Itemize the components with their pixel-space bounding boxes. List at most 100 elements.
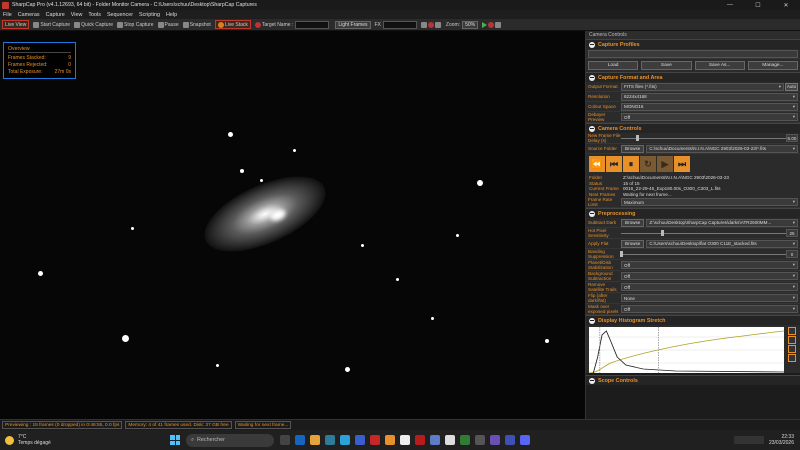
- snapshot-button[interactable]: Snapshot: [182, 21, 211, 28]
- close-icon[interactable]: ✕: [772, 0, 800, 10]
- app-icon[interactable]: [370, 435, 380, 445]
- histogram-tool-icon[interactable]: [788, 327, 796, 336]
- menu-tools[interactable]: Tools: [88, 12, 101, 18]
- background-subtraction-select[interactable]: Off: [621, 272, 798, 281]
- clock[interactable]: 22:33 23/03/2026: [769, 434, 794, 446]
- menu-help[interactable]: Help: [166, 12, 177, 18]
- stop-capture-button[interactable]: Stop Capture: [117, 21, 154, 28]
- refresh-icon[interactable]: ↻: [640, 156, 656, 172]
- new-frame-delay-value[interactable]: 5.00: [786, 134, 798, 142]
- app-icon[interactable]: [505, 435, 515, 445]
- windows-start-icon[interactable]: [170, 435, 180, 445]
- scope-controls-header[interactable]: Scope Controls: [586, 376, 800, 386]
- edge-icon[interactable]: [325, 435, 335, 445]
- play-icon[interactable]: [482, 21, 488, 28]
- zoom-select[interactable]: 50%: [462, 20, 479, 29]
- rewind-icon[interactable]: ⏪: [589, 156, 605, 172]
- annotate-icon[interactable]: [488, 21, 495, 28]
- subtract-dark-select[interactable]: Z:\schuu\Desktop\SharpCap Captures\darks…: [646, 218, 798, 227]
- play-icon[interactable]: ▶: [657, 156, 673, 172]
- capture-profiles-header[interactable]: Capture Profiles: [586, 40, 800, 49]
- preprocessing-header[interactable]: Preprocessing: [586, 209, 800, 219]
- slider-knob[interactable]: [619, 251, 623, 258]
- camera-controls-header[interactable]: Camera Controls: [586, 124, 800, 133]
- collapse-icon[interactable]: [589, 210, 595, 217]
- photoshop-icon[interactable]: [295, 435, 305, 445]
- collapse-icon[interactable]: [589, 317, 595, 324]
- profile-select[interactable]: [588, 49, 798, 58]
- sharpcap-icon[interactable]: [475, 435, 485, 445]
- live-stack-button[interactable]: Live Stack: [214, 20, 251, 29]
- live-view-button[interactable]: Live View: [2, 20, 30, 29]
- new-frame-delay-slider[interactable]: [621, 134, 786, 142]
- app-icon[interactable]: [460, 435, 470, 445]
- grid-icon[interactable]: [420, 21, 427, 28]
- save-button[interactable]: Save: [641, 61, 692, 70]
- taskbar-search[interactable]: ⌕ Rechercher: [186, 433, 274, 447]
- weather-widget[interactable]: 7°C Temps dégagé: [0, 434, 120, 446]
- satellite-trails-select[interactable]: Off: [621, 283, 798, 292]
- maximize-icon[interactable]: ☐: [744, 0, 772, 10]
- frame-type-select[interactable]: Light Frames: [335, 20, 371, 29]
- overlay-icon[interactable]: [434, 21, 441, 28]
- slider-knob[interactable]: [660, 230, 664, 237]
- slider-knob[interactable]: [636, 135, 639, 141]
- source-folder-select[interactable]: C:\schuu\Documents\N.I.N.A\NGC 2903\2026…: [646, 144, 798, 153]
- menu-file[interactable]: File: [3, 12, 12, 18]
- collapse-icon[interactable]: [589, 41, 595, 48]
- tray-icons[interactable]: [733, 436, 764, 444]
- collapse-icon[interactable]: [589, 74, 595, 81]
- hot-pixel-slider[interactable]: [621, 229, 786, 237]
- fx-select[interactable]: [382, 20, 417, 29]
- skip-forward-icon[interactable]: ⏭: [674, 156, 690, 172]
- histogram-tool-icon[interactable]: [788, 336, 796, 345]
- collapse-icon[interactable]: [589, 125, 595, 132]
- apply-flat-select[interactable]: C:\Users\schuu\Desktop\flat O300 C11E_st…: [646, 239, 798, 248]
- task-view-icon[interactable]: [280, 435, 290, 445]
- histogram-tool-icon[interactable]: [788, 354, 796, 363]
- record-icon[interactable]: [427, 21, 434, 28]
- load-button[interactable]: Load: [588, 61, 639, 70]
- frame-rate-select[interactable]: Maximum: [621, 198, 798, 207]
- menu-cameras[interactable]: Cameras: [18, 12, 40, 18]
- app-icon[interactable]: [400, 435, 410, 445]
- netflix-icon[interactable]: [415, 435, 425, 445]
- menu-scripting[interactable]: Scripting: [139, 12, 160, 18]
- minimize-icon[interactable]: —: [716, 0, 744, 10]
- app-icon[interactable]: [430, 435, 440, 445]
- mask-select[interactable]: Off: [621, 305, 798, 314]
- histogram-tool-icon[interactable]: [788, 345, 796, 354]
- settings-icon[interactable]: [495, 21, 502, 28]
- browse-button[interactable]: Browse: [621, 144, 645, 153]
- pause-button[interactable]: Pause: [157, 21, 179, 28]
- pause-icon[interactable]: ⏸: [623, 156, 639, 172]
- browse-button[interactable]: Browse: [621, 239, 645, 248]
- flip-select[interactable]: None: [621, 294, 798, 303]
- app-icon[interactable]: [355, 435, 365, 445]
- menu-view[interactable]: View: [71, 12, 83, 18]
- histogram-header[interactable]: Display Histogram Stretch: [586, 316, 800, 326]
- banding-value[interactable]: 0: [786, 250, 798, 259]
- debayer-select[interactable]: Off: [621, 113, 798, 121]
- firefox-icon[interactable]: [385, 435, 395, 445]
- capture-format-header[interactable]: Capture Format and Area: [586, 73, 800, 82]
- menu-capture[interactable]: Capture: [46, 12, 65, 18]
- menu-sequencer[interactable]: Sequencer: [107, 12, 133, 18]
- auto-button[interactable]: Auto: [785, 82, 798, 91]
- manage-button[interactable]: Manage...: [747, 61, 798, 70]
- discord-icon[interactable]: [520, 435, 530, 445]
- image-view[interactable]: Overview Frames Stacked: 9 Frames Rejecte…: [0, 31, 585, 419]
- banding-slider[interactable]: [619, 250, 786, 258]
- skip-back-icon[interactable]: ⏮: [606, 156, 622, 172]
- file-explorer-icon[interactable]: [310, 435, 320, 445]
- output-format-select[interactable]: FITS files (*.fits): [621, 82, 784, 91]
- histogram-plot[interactable]: [588, 327, 785, 374]
- collapse-icon[interactable]: [589, 377, 595, 384]
- target-name-input[interactable]: [295, 20, 330, 29]
- save-as-button[interactable]: Save As...: [694, 61, 745, 70]
- colour-space-select[interactable]: MONO16: [621, 102, 798, 111]
- app-icon[interactable]: [490, 435, 500, 445]
- quick-capture-button[interactable]: Quick Capture: [74, 21, 113, 28]
- resolution-select[interactable]: 6224x4168: [621, 92, 798, 101]
- stabilization-select[interactable]: Off: [621, 261, 798, 270]
